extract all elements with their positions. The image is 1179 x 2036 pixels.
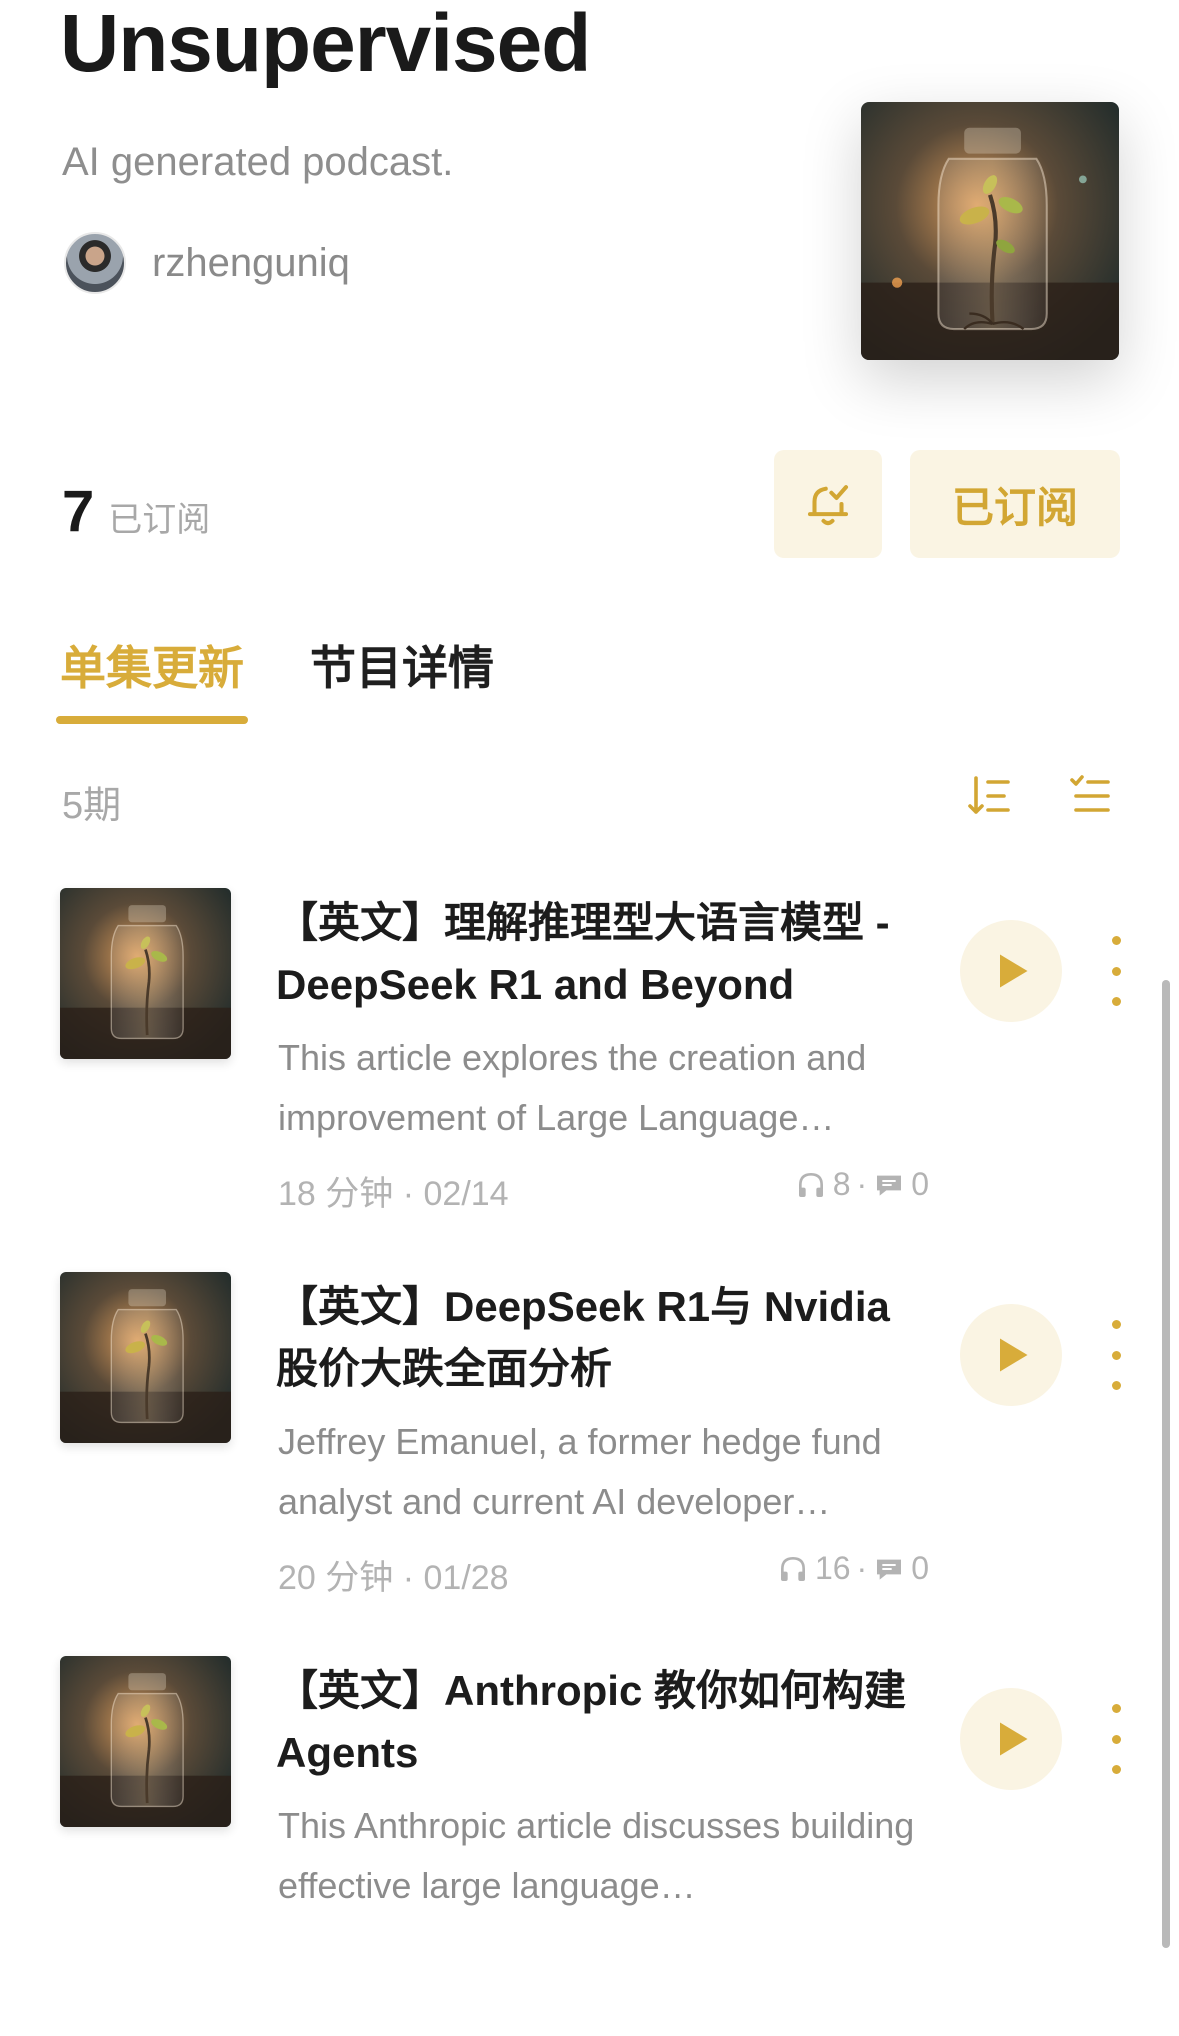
cover-artwork [60,888,231,1059]
listen-count: 8 [832,1166,851,1202]
more-icon [1111,1704,1121,1713]
stats-separator: · [856,1550,868,1586]
tab-active-indicator [56,716,248,724]
episode-title[interactable]: 【英文】Anthropic 教你如何构建 Agents [276,1660,936,1784]
subscriber-count: 7 已订阅 [62,478,210,545]
sort-order-icon [968,776,1010,814]
author-name[interactable]: rzhenguniq [152,241,350,286]
play-icon [1000,1338,1028,1372]
episode-item[interactable]: 【英文】DeepSeek R1与 Nvidia 股价大跌全面分析 Jeffrey… [0,1272,1179,1652]
episode-stats: 16 · 0 [777,1550,929,1587]
more-options-button[interactable] [1100,936,1132,1006]
episode-meta: 20 分钟 · 01/28 [278,1550,509,1599]
episode-meta: 18 分钟 · 02/14 [278,1166,509,1215]
sort-order-button[interactable] [962,768,1018,824]
episode-item[interactable]: 【英文】Anthropic 教你如何构建 Agents This Anthrop… [0,1656,1179,2036]
more-icon [1111,936,1121,945]
comment-count: 0 [911,1166,929,1202]
cover-artwork [861,102,1119,360]
play-icon [1000,1722,1028,1756]
listen-count: 16 [814,1550,851,1586]
episode-cover[interactable] [60,1272,231,1443]
headphones-icon [798,1172,823,1197]
episode-description: This Anthropic article discusses buildin… [278,1805,915,1906]
podcast-title: Unsupervised [60,0,591,89]
play-icon [1000,954,1028,988]
meta-separator: · [402,1559,424,1597]
more-icon [1111,1320,1121,1329]
comment-count: 0 [911,1550,929,1586]
episode-stats: 8 · 0 [795,1166,929,1203]
subscriber-number: 7 [62,479,95,544]
episode-date: 02/14 [423,1175,509,1213]
episode-cover[interactable] [60,1656,231,1827]
more-icon-dot [1111,1350,1121,1360]
episode-duration: 20 分钟 [278,1559,394,1597]
comment-icon [877,1559,902,1580]
more-icon-dot [1111,1765,1121,1774]
tab-details[interactable]: 节目详情 [310,632,494,698]
episode-description: This article explores the creation and i… [278,1037,867,1138]
episode-duration: 18 分钟 [278,1175,394,1213]
author[interactable]: rzhenguniq [64,232,350,294]
cover-artwork [60,1272,231,1443]
more-options-button[interactable] [1100,1320,1132,1390]
notification-button[interactable] [774,450,882,558]
cover-artwork [60,1656,231,1827]
multi-select-button[interactable] [1062,768,1118,824]
headphones-icon [780,1556,805,1581]
more-icon-dot [1111,997,1121,1006]
scrollbar[interactable] [1162,980,1170,1948]
meta-separator: · [402,1175,424,1213]
episode-item[interactable]: 【英文】理解推理型大语言模型 - DeepSeek R1 and Beyond … [0,888,1179,1268]
episode-description: Jeffrey Emanuel, a former hedge fund ana… [278,1421,882,1522]
bell-check-icon [807,485,849,526]
comment-icon [877,1175,902,1196]
play-button[interactable] [960,920,1062,1022]
episode-date: 01/28 [423,1559,509,1597]
play-button[interactable] [960,1688,1062,1790]
subscribe-button[interactable]: 已订阅 [910,450,1120,558]
episode-cover[interactable] [60,888,231,1059]
podcast-subtitle: AI generated podcast. [62,140,454,184]
more-options-button[interactable] [1100,1704,1132,1774]
more-icon-dot [1111,1734,1121,1744]
more-icon-dot [1111,966,1121,976]
episode-title[interactable]: 【英文】理解推理型大语言模型 - DeepSeek R1 and Beyond [276,892,936,1016]
podcast-cover [861,102,1119,360]
checklist-icon [1070,775,1110,812]
stats-separator: · [856,1166,868,1202]
episode-title[interactable]: 【英文】DeepSeek R1与 Nvidia 股价大跌全面分析 [276,1276,936,1400]
episode-count: 5期 [62,785,122,827]
more-icon-dot [1111,1381,1121,1390]
avatar[interactable] [64,232,126,294]
play-button[interactable] [960,1304,1062,1406]
subscriber-label: 已订阅 [108,501,211,539]
tab-episodes[interactable]: 单集更新 [60,632,244,698]
